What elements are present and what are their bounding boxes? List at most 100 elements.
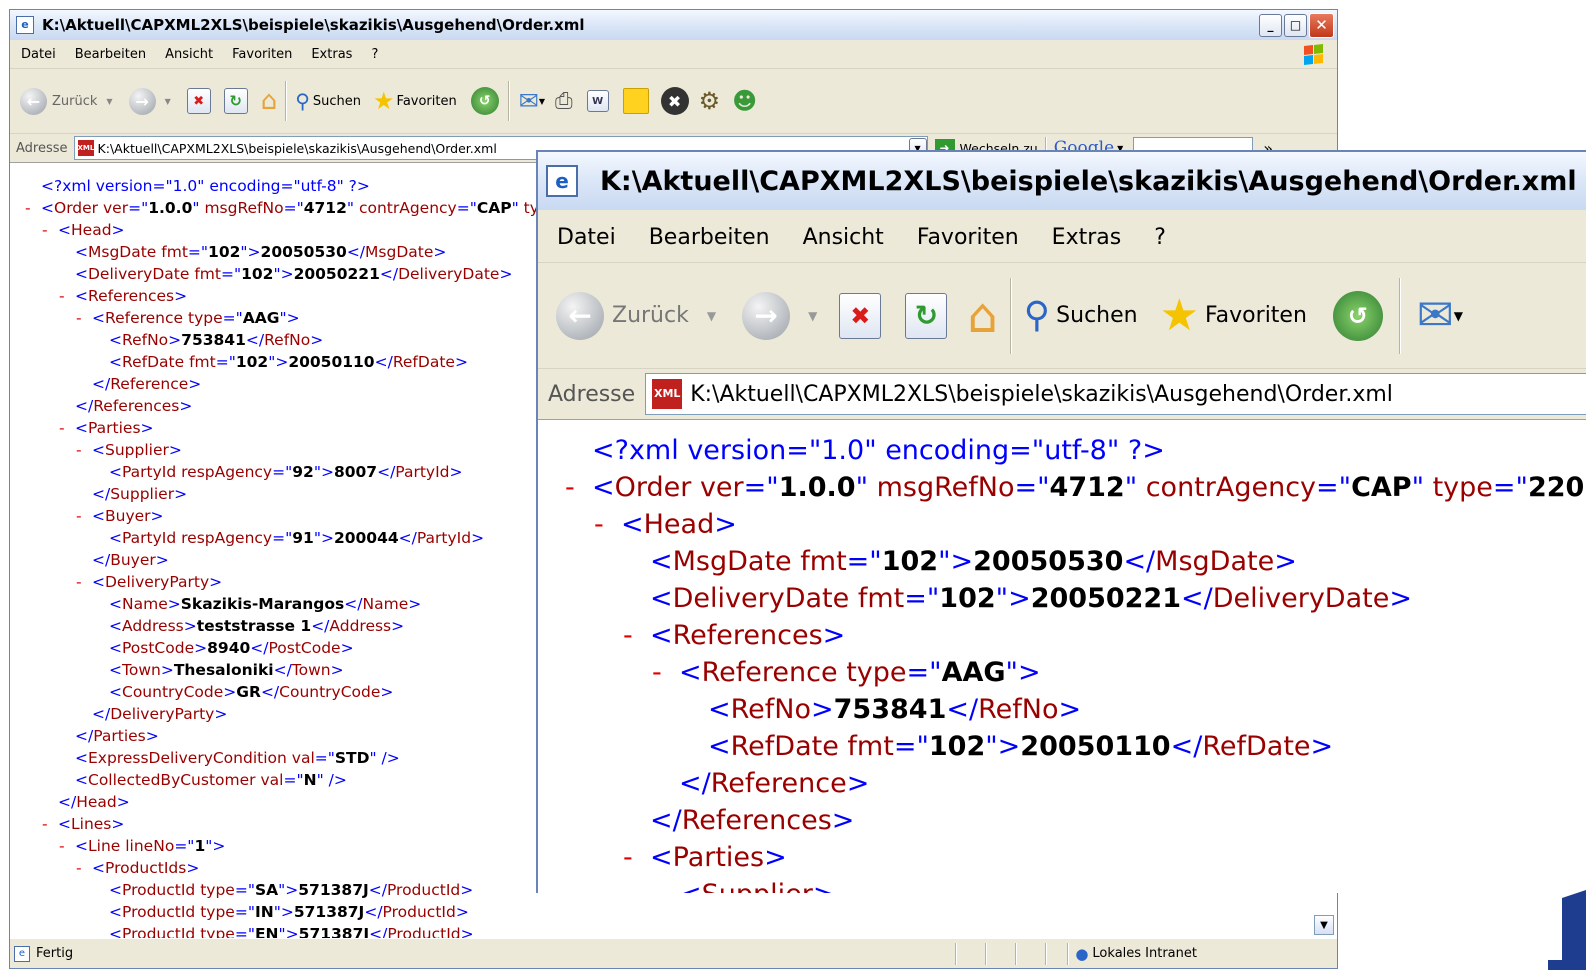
xml-line: <DeliveryDate fmt="102">20050221</Delive…	[650, 583, 1412, 614]
collapse-toggle[interactable]: -	[76, 307, 82, 329]
toolbar-separator	[507, 81, 510, 121]
toolbar: ← Zurück ▼ → ▼ ✖ ↻ ⌂ ⚲ Suchen ★ Favorite…	[10, 69, 1337, 134]
collapse-toggle[interactable]: -	[565, 469, 575, 506]
menu-extras[interactable]: Extras	[1052, 225, 1122, 250]
zone-text: Lokales Intranet	[1092, 946, 1197, 961]
favorites-star-icon[interactable]: ★	[373, 87, 395, 115]
menu-help[interactable]: ?	[371, 47, 378, 62]
window-title-zoomed: K:\Aktuell\CAPXML2XLS\beispiele\skazikis…	[600, 165, 1577, 197]
address-label: Adresse	[548, 381, 636, 407]
forward-arrow-icon[interactable]: →	[128, 87, 156, 115]
xml-line: <MsgDate fmt="102">20050530</MsgDate>	[650, 546, 1297, 577]
scroll-down-icon[interactable]: ▼	[1314, 915, 1334, 935]
menu-datei[interactable]: Datei	[21, 47, 56, 62]
mail-dropdown-icon[interactable]: ▼	[1454, 309, 1463, 323]
collapse-toggle[interactable]: -	[42, 219, 48, 241]
forward-arrow-icon[interactable]: →	[742, 291, 791, 340]
xml-line: <RefNo>753841</RefNo>	[708, 694, 1082, 725]
back-arrow-icon[interactable]: ←	[20, 87, 47, 115]
address-field[interactable]: XML K:\Aktuell\CAPXML2XLS\beispiele\skaz…	[645, 373, 1586, 415]
collapse-toggle[interactable]: -	[76, 505, 82, 527]
xml-line: </References>	[650, 805, 855, 836]
toolbar-separator	[285, 81, 288, 121]
logo-fragment	[1548, 890, 1586, 970]
collapse-toggle[interactable]: -	[623, 839, 633, 876]
xml-line: <?xml version="1.0" encoding="utf-8" ?>	[592, 435, 1165, 466]
status-bar: e Fertig ● Lokales Intranet	[10, 938, 1337, 968]
back-dropdown-icon[interactable]: ▼	[106, 97, 112, 106]
history-icon[interactable]: ↺	[1332, 290, 1383, 341]
title-bar[interactable]: e K:\Aktuell\CAPXML2XLS\beispiele\skazik…	[10, 10, 1337, 40]
xml-line: - <Order ver="1.0.0" msgRefNo="4712" cont…	[538, 469, 1586, 506]
xml-content-pane-zoomed[interactable]: <?xml version="1.0" encoding="utf-8" ?> -…	[538, 420, 1586, 893]
mail-icon[interactable]: ✉	[1417, 290, 1454, 341]
print-icon[interactable]: ⎙	[555, 89, 573, 114]
menu-help[interactable]: ?	[1154, 225, 1166, 250]
favorites-button-label[interactable]: Favoriten	[1205, 303, 1307, 328]
address-url: K:\Aktuell\CAPXML2XLS\beispiele\skazikis…	[97, 140, 497, 156]
menu-extras[interactable]: Extras	[311, 47, 352, 62]
collapse-toggle[interactable]: -	[76, 571, 82, 593]
home-icon[interactable]: ⌂	[261, 86, 278, 116]
note-icon[interactable]	[622, 88, 649, 114]
xml-line: <RefDate fmt="102">20050110</RefDate>	[708, 731, 1334, 762]
windows-logo-icon	[1304, 44, 1323, 65]
back-button-label[interactable]: Zurück	[52, 94, 97, 109]
mail-dropdown-icon[interactable]: ▼	[539, 97, 545, 106]
toolbar-zoomed: ← Zurück ▼ → ▼ ✖ ↻ ⌂ ⚲ Suchen ★ Favorite…	[538, 263, 1586, 369]
menu-favoriten[interactable]: Favoriten	[232, 47, 292, 62]
search-button-label[interactable]: Suchen	[313, 94, 361, 109]
menu-bar-zoomed: Datei Bearbeiten Ansicht Favoriten Extra…	[538, 212, 1586, 263]
menu-bearbeiten[interactable]: Bearbeiten	[649, 225, 770, 250]
back-dropdown-icon[interactable]: ▼	[707, 309, 716, 323]
refresh-icon[interactable]: ↻	[905, 292, 948, 339]
search-icon[interactable]: ⚲	[1024, 295, 1050, 336]
collapse-toggle[interactable]: -	[59, 285, 65, 307]
favorites-button-label[interactable]: Favoriten	[397, 94, 457, 109]
history-icon[interactable]: ↺	[470, 87, 499, 115]
collapse-toggle[interactable]: -	[59, 835, 65, 857]
collapse-toggle[interactable]: -	[652, 654, 662, 691]
edit-icon[interactable]: W	[586, 90, 609, 112]
search-icon[interactable]: ⚲	[295, 89, 310, 113]
mail-icon[interactable]: ✉	[519, 87, 539, 115]
research-icon[interactable]: ⚙	[699, 87, 721, 115]
xml-file-icon: XML	[652, 379, 683, 409]
xml-line: <ProductId type="IN">571387J</ProductId>	[109, 903, 469, 921]
collapse-toggle[interactable]: -	[594, 506, 604, 543]
refresh-icon[interactable]: ↻	[223, 88, 248, 114]
messenger-icon[interactable]: ☻	[732, 87, 757, 115]
minimize-button[interactable]: _	[1259, 13, 1282, 37]
collapse-toggle[interactable]: -	[623, 617, 633, 654]
search-button-label[interactable]: Suchen	[1056, 303, 1137, 328]
stop-icon[interactable]: ✖	[839, 292, 882, 339]
collapse-toggle[interactable]: -	[76, 439, 82, 461]
collapse-toggle[interactable]: -	[59, 417, 65, 439]
back-arrow-icon[interactable]: ←	[556, 291, 604, 340]
menu-favoriten[interactable]: Favoriten	[917, 225, 1019, 250]
collapse-toggle[interactable]: -	[25, 197, 31, 219]
address-bar-zoomed: Adresse XML K:\Aktuell\CAPXML2XLS\beispi…	[538, 369, 1586, 420]
collapse-toggle[interactable]: -	[76, 857, 82, 879]
menu-bearbeiten[interactable]: Bearbeiten	[75, 47, 146, 62]
xml-line: - <Reference type="AAG">	[538, 654, 1586, 691]
xml-line: -<Supplier>	[538, 876, 1586, 893]
collapse-toggle[interactable]: -	[42, 813, 48, 835]
forward-dropdown-icon[interactable]: ▼	[808, 309, 817, 323]
xml-tree-zoomed: <?xml version="1.0" encoding="utf-8" ?> -…	[538, 420, 1586, 893]
forward-dropdown-icon[interactable]: ▼	[165, 97, 171, 106]
title-bar-zoomed[interactable]: e K:\Aktuell\CAPXML2XLS\beispiele\skazik…	[538, 152, 1586, 210]
menu-ansicht[interactable]: Ansicht	[165, 47, 213, 62]
maximize-button[interactable]: □	[1284, 13, 1307, 37]
blocked-icon[interactable]: ✖	[660, 87, 689, 115]
favorites-star-icon[interactable]: ★	[1160, 290, 1199, 341]
browser-window-zoomed: e K:\Aktuell\CAPXML2XLS\beispiele\skazik…	[536, 150, 1586, 893]
intranet-zone-icon: ●	[1075, 944, 1089, 963]
home-icon[interactable]: ⌂	[967, 288, 997, 344]
back-button-label[interactable]: Zurück	[612, 303, 689, 328]
menu-ansicht[interactable]: Ansicht	[803, 225, 884, 250]
close-button[interactable]: ✕	[1309, 12, 1334, 38]
stop-icon[interactable]: ✖	[186, 88, 211, 114]
menu-datei[interactable]: Datei	[557, 225, 616, 250]
collapse-toggle[interactable]: -	[652, 876, 662, 893]
